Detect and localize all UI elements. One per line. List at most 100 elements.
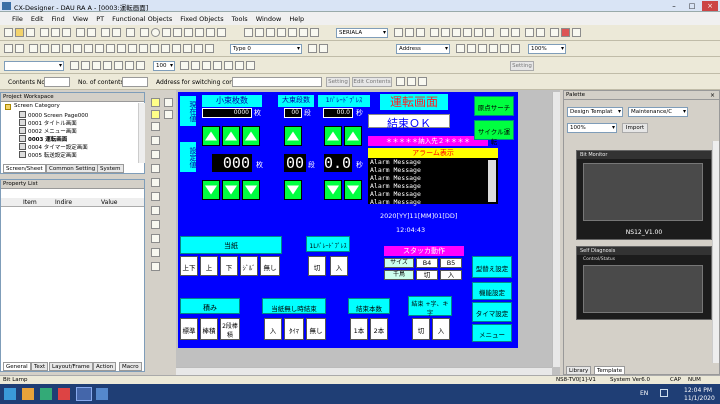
line-color-icon[interactable] [172,44,181,53]
center-justify-icon[interactable] [319,44,328,53]
small-digit1-down-button[interactable] [202,180,220,200]
size-combo[interactable]: 100 [153,61,175,71]
menu-view[interactable]: View [69,12,92,23]
menu-button[interactable]: メニュー [472,324,512,342]
screen-category[interactable]: Screen Category [14,103,60,109]
tree-item-selected[interactable]: 0003 運転画面 [19,135,67,143]
library-icon[interactable] [550,28,559,37]
bg-color-icon[interactable] [103,61,112,70]
list-icon[interactable] [128,44,137,53]
contents-icon-2[interactable] [407,77,416,86]
line-icon[interactable] [162,28,171,37]
object-icon-9[interactable] [151,178,160,187]
tab-common-setting[interactable]: Common Setting [46,164,99,173]
stacker-off-button[interactable]: 切 [416,270,438,280]
object-icon-11[interactable] [151,206,160,215]
text-align-icon[interactable] [125,61,134,70]
maximize-icon[interactable]: □ [684,1,700,11]
cross-icon[interactable] [150,44,159,53]
menu-edit[interactable]: Edit [27,12,48,23]
bundle-digit2-up-button[interactable] [344,126,362,146]
no-paper-timer-button[interactable]: ﾀｲﾏ [284,318,304,340]
text-color-icon[interactable] [92,61,101,70]
group-icon[interactable] [500,28,509,37]
frame-icon[interactable] [51,44,60,53]
clock-date[interactable]: 11/1/2020 [684,395,715,402]
table-icon[interactable] [117,44,126,53]
undo-icon[interactable] [76,28,85,37]
tab-screen-sheet[interactable]: Screen/Sheet [3,164,46,173]
zoom-out-icon[interactable] [467,44,476,53]
redo-icon[interactable] [87,28,96,37]
tab-text[interactable]: Text [31,362,49,371]
die-change-setting-button[interactable]: 型替え設定 [472,256,512,278]
contents-icon-3[interactable] [418,77,427,86]
object-icon-4[interactable] [164,110,173,119]
start-icon[interactable] [4,388,16,400]
paper-up-button[interactable]: 上 [200,256,218,276]
tab-template[interactable]: Template [594,366,626,375]
bundle-count-2-button[interactable]: 2本 [370,318,388,340]
expand-icon[interactable] [489,44,498,53]
zoom-in-icon[interactable] [456,44,465,53]
object-icon-3[interactable] [151,110,160,119]
front-icon[interactable] [525,28,534,37]
paper-updown-button[interactable]: 上下 [180,256,198,276]
browser-icon[interactable] [40,388,52,400]
blink-icon[interactable] [246,61,255,70]
bit-button-icon[interactable] [266,28,275,37]
tab-action[interactable]: Action [93,362,117,371]
shadow-icon[interactable] [213,61,222,70]
paper-down-button[interactable]: 下 [220,256,238,276]
flash-icon[interactable] [235,61,244,70]
bundle-digit1-up-button[interactable] [324,126,342,146]
align-middle-icon[interactable] [474,28,483,37]
tab-order-icon[interactable] [95,44,104,53]
media-icon[interactable] [58,388,70,400]
text-icon[interactable] [217,28,226,37]
tab-library[interactable]: Library [566,366,592,375]
font-smaller-icon[interactable] [70,61,79,70]
numeral-display-icon[interactable] [299,28,308,37]
wrap-icon[interactable] [202,61,211,70]
paper-zigzag-button[interactable]: ｼﾞﾙﾞ [240,256,258,276]
align-left-icon[interactable] [430,28,439,37]
large-down-button[interactable] [284,180,302,200]
serial-port-combo[interactable]: SERIALA [336,28,388,38]
no-paper-on-button[interactable]: 入 [264,318,282,340]
small-digit1-up-button[interactable] [202,126,220,146]
align-center-icon[interactable] [441,28,450,37]
tree-item[interactable]: 0002 メニュー画面 [19,127,77,135]
setting-button-top[interactable]: Setting [510,61,534,71]
layer-icon[interactable] [62,44,71,53]
check-icon[interactable] [139,44,148,53]
command-button-icon[interactable] [288,28,297,37]
setting-per-bundle[interactable]: 0.0 [324,154,352,172]
arc-icon[interactable] [206,28,215,37]
valign-icon[interactable] [136,61,145,70]
fill-icon[interactable] [161,44,170,53]
back-icon[interactable] [536,28,545,37]
left-justify-icon[interactable] [308,44,317,53]
transfer-icon[interactable] [394,28,403,37]
binding-on-button[interactable]: 入 [432,318,450,340]
new-icon[interactable] [4,28,13,37]
contents-no-input[interactable] [44,77,70,87]
menu-fixed-objects[interactable]: Fixed Objects [176,12,227,23]
canvas-vscrollbar[interactable] [552,92,560,367]
import-button[interactable]: Import [622,123,648,133]
save-icon[interactable] [26,28,35,37]
object-icon-15[interactable] [151,262,160,271]
timer-setting-button[interactable]: タイマ設定 [472,302,512,322]
object-icon-1[interactable] [151,98,160,107]
object-icon-6[interactable] [151,136,160,145]
bundle-count-1-button[interactable]: 1本 [350,318,368,340]
sector-icon[interactable] [195,28,204,37]
test-icon[interactable] [416,28,425,37]
clock-time[interactable]: 12:04 PM [684,387,712,394]
type-combo[interactable]: Type 0 [230,44,302,54]
screen-icon[interactable] [4,44,13,53]
maintenance-combo[interactable]: Maintenance/C [628,107,688,117]
setting-button[interactable]: Setting [326,77,350,87]
copy-icon[interactable] [51,28,60,37]
